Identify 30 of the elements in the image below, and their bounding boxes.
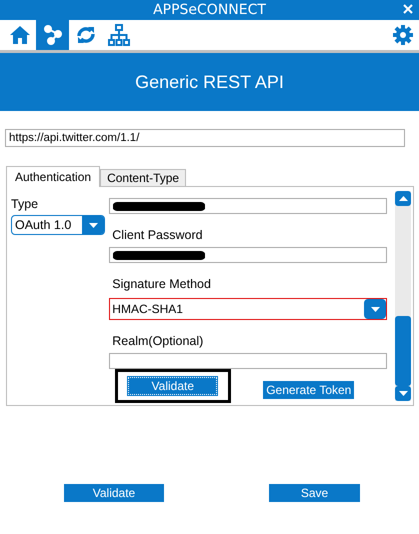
sitemap-icon xyxy=(108,24,130,46)
page-title: Generic REST API xyxy=(135,72,284,92)
tab[interactable]: Content-Type xyxy=(100,169,186,186)
home-icon xyxy=(10,26,30,44)
nodes-icon xyxy=(44,25,62,45)
field-label: Realm(Optional) xyxy=(112,334,204,350)
caret-icon xyxy=(370,306,380,312)
text-field[interactable] xyxy=(109,247,388,263)
sync-icon xyxy=(76,25,96,45)
scroll-down-icon[interactable] xyxy=(398,391,408,396)
close-icon[interactable] xyxy=(403,4,413,14)
field-label: Signature Method xyxy=(112,277,212,293)
toolbar-button[interactable] xyxy=(36,20,69,50)
signature-dropdown[interactable]: HMAC-SHA1 xyxy=(109,298,388,320)
save-button[interactable]: Save xyxy=(269,484,360,502)
caret-icon xyxy=(88,222,98,228)
window-title: APPSeCONNECT xyxy=(153,2,266,18)
validate-button[interactable]: Validate xyxy=(64,484,164,502)
settings-icon[interactable] xyxy=(393,25,413,45)
text-field[interactable] xyxy=(109,198,388,214)
url-field[interactable]: https://api.twitter.com/1.1/ xyxy=(5,129,405,147)
generate-token-button[interactable]: Generate Token xyxy=(263,381,354,399)
text-field[interactable] xyxy=(109,353,388,369)
field-label: Type xyxy=(11,197,40,211)
field-label: Client Password xyxy=(112,228,204,244)
tab[interactable]: Authentication xyxy=(6,166,100,187)
validate-button[interactable]: Validate xyxy=(127,376,218,396)
type-dropdown[interactable]: OAuth 1.0 xyxy=(11,215,106,235)
scroll-up-icon[interactable] xyxy=(398,196,408,201)
scrollbar[interactable] xyxy=(395,191,411,401)
